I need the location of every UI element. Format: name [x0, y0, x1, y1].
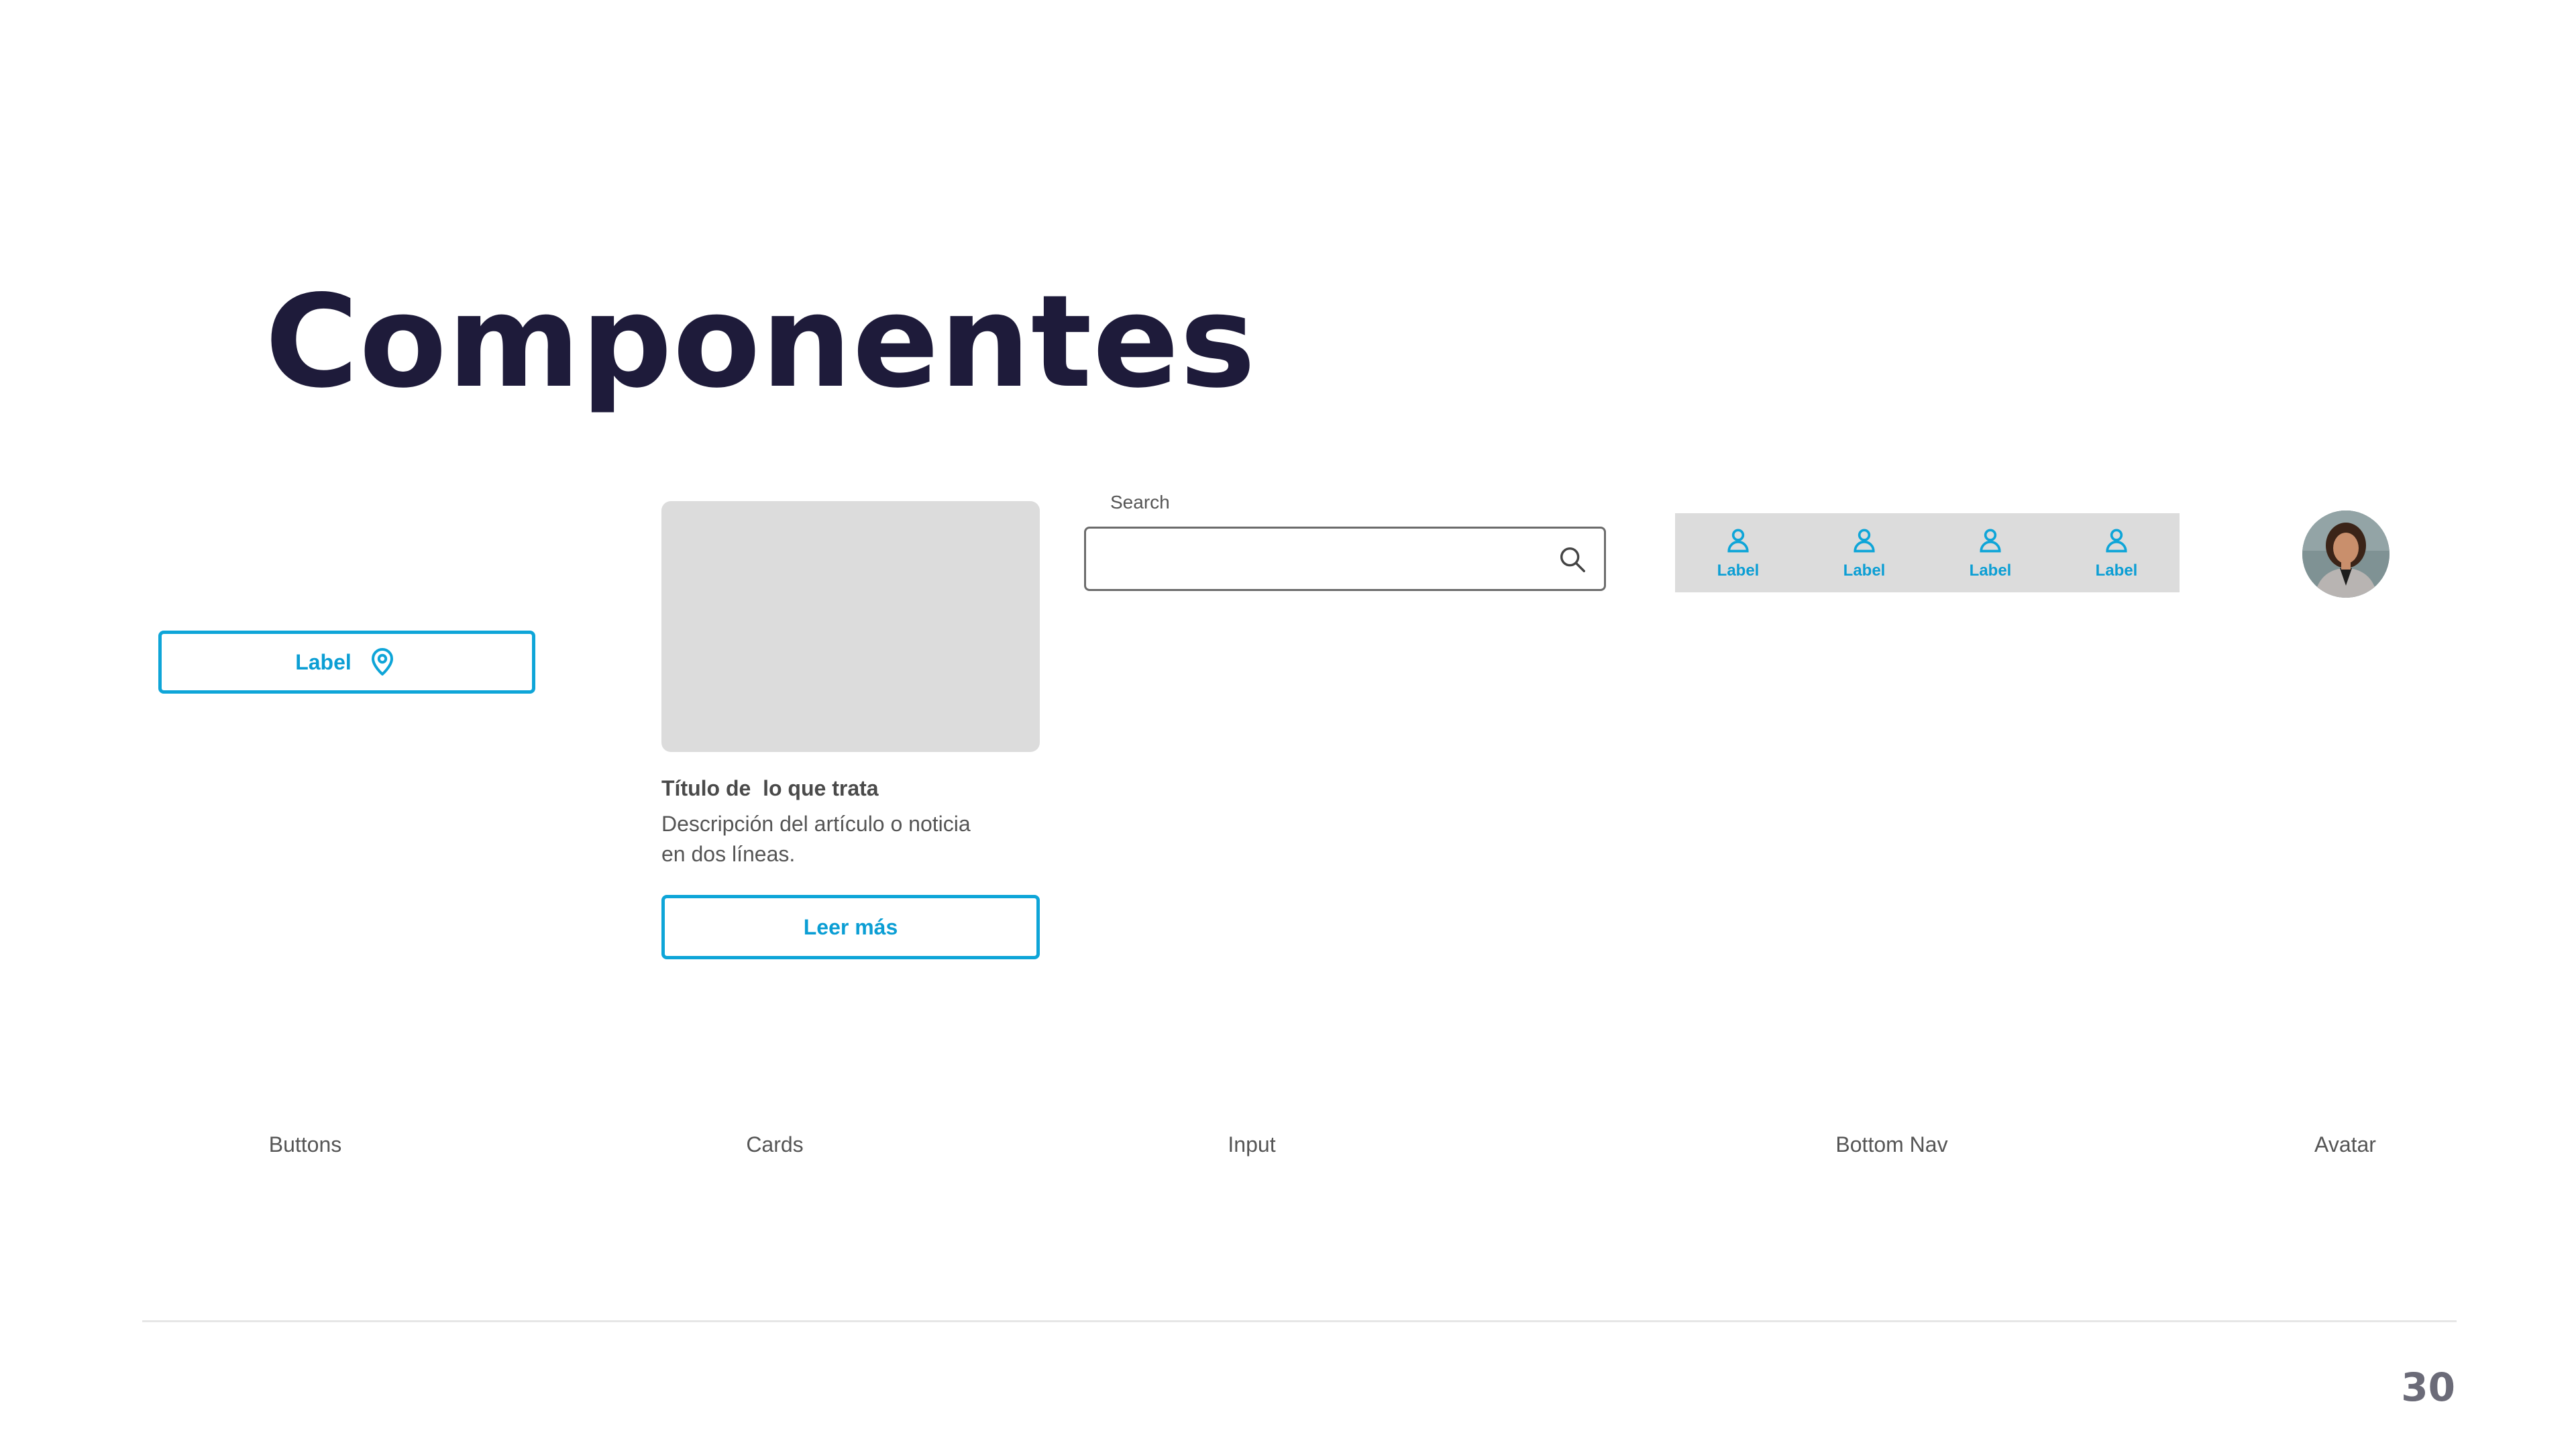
- card-image-placeholder: [661, 501, 1040, 752]
- read-more-button[interactable]: Leer más: [661, 895, 1040, 959]
- card-description: Descripción del artículo o noticia en do…: [661, 809, 1037, 869]
- search-input-label: Search: [1110, 492, 1170, 513]
- bottom-nav: Label Label Label Label: [1675, 513, 2180, 592]
- caption-avatar: Avatar: [2314, 1132, 2376, 1157]
- caption-cards: Cards: [746, 1132, 804, 1157]
- slide: Componentes Label Título de lo que trata…: [0, 0, 2576, 1449]
- search-icon[interactable]: [1557, 544, 1588, 575]
- caption-buttons: Buttons: [268, 1132, 342, 1157]
- bottom-nav-label: Label: [2095, 561, 2138, 580]
- bottom-nav-item[interactable]: Label: [1801, 513, 1927, 592]
- bottom-nav-label: Label: [1843, 561, 1886, 580]
- bottom-nav-label: Label: [1717, 561, 1760, 580]
- location-pin-icon: [371, 648, 393, 676]
- search-field[interactable]: [1084, 527, 1606, 591]
- user-icon: [2106, 529, 2127, 553]
- page-title: Componentes: [265, 268, 1256, 416]
- user-icon: [1727, 529, 1749, 553]
- label-button[interactable]: Label: [158, 631, 535, 694]
- label-button-text: Label: [295, 649, 352, 674]
- avatar-photo: [2302, 511, 2390, 598]
- card-description-line: en dos líneas.: [661, 842, 796, 866]
- user-icon: [1980, 529, 2001, 553]
- card-title: Título de lo que trata: [661, 776, 879, 800]
- avatar[interactable]: [2302, 511, 2390, 598]
- user-icon: [1854, 529, 1875, 553]
- page-number: 30: [2401, 1364, 2455, 1410]
- bottom-nav-item[interactable]: Label: [1927, 513, 2053, 592]
- bottom-nav-item[interactable]: Label: [1675, 513, 1801, 592]
- caption-bottom-nav: Bottom Nav: [1835, 1132, 1948, 1157]
- card-description-line: Descripción del artículo o noticia: [661, 812, 971, 836]
- footer-divider: [142, 1320, 2457, 1322]
- bottom-nav-item[interactable]: Label: [2053, 513, 2180, 592]
- search-input[interactable]: [1086, 529, 1542, 589]
- bottom-nav-label: Label: [1969, 561, 2012, 580]
- caption-input: Input: [1228, 1132, 1276, 1157]
